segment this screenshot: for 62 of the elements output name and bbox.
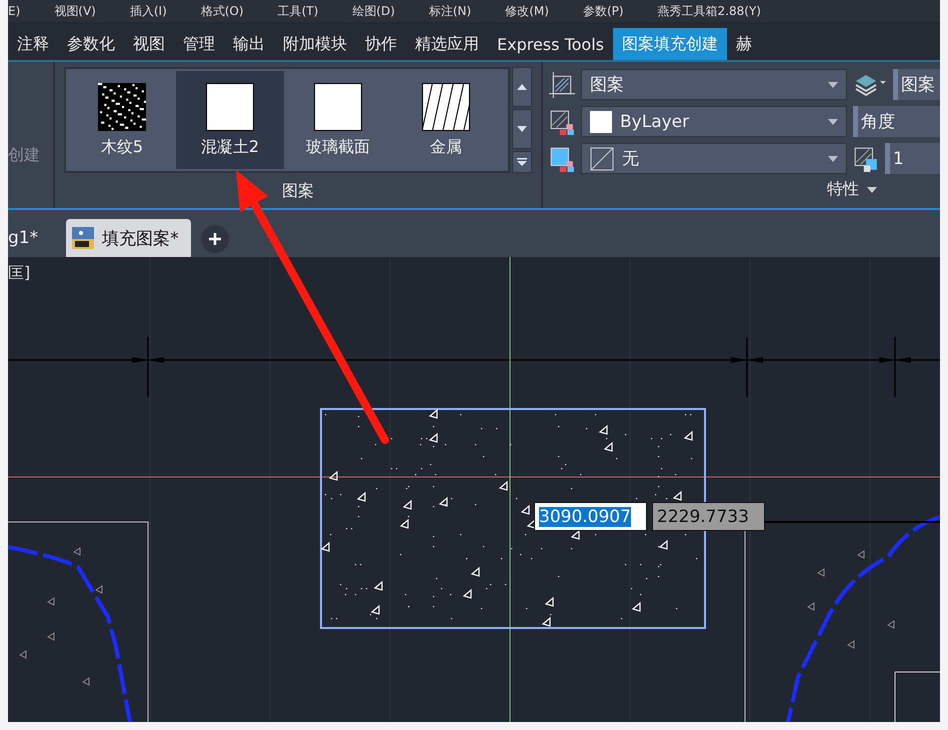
menu-item[interactable]: 视图(V): [54, 2, 96, 20]
coordinate-input[interactable]: 3090.0907: [534, 502, 647, 531]
menu-item[interactable]: 格式(O): [200, 2, 244, 20]
ribbon-tab[interactable]: 精选应用: [406, 28, 488, 60]
pattern-swatch-button[interactable]: 混凝土2: [176, 71, 284, 169]
ribbon-tab[interactable]: 视图: [124, 28, 174, 60]
panel-title: 特性: [827, 179, 859, 200]
wood-pattern-icon: [98, 82, 146, 130]
ribbon-tab[interactable]: 注释: [8, 28, 58, 60]
ribbon-tab[interactable]: 附加模块: [274, 28, 356, 60]
scroll-down-button[interactable]: [512, 109, 532, 149]
diagonal-hatch-icon: [422, 82, 470, 130]
expand-gallery-button[interactable]: [512, 151, 532, 173]
menu-item[interactable]: 参数(P): [582, 2, 624, 20]
scale-field[interactable]: 1: [885, 143, 940, 174]
pattern-swatch-button[interactable]: 木纹5: [68, 71, 176, 169]
document-tab[interactable]: 填充图案*: [66, 219, 191, 257]
pattern-swatch-button[interactable]: 金属: [392, 71, 500, 169]
hatch-color-icon: [549, 108, 575, 134]
color-dropdown[interactable]: ByLayer: [581, 106, 847, 137]
viewport-label[interactable]: 匡]: [8, 263, 30, 284]
caret-icon: [828, 82, 838, 88]
coordinate-input[interactable]: 2229.7733: [652, 502, 765, 531]
menu-item[interactable]: 修改(M): [505, 2, 549, 20]
menu-item[interactable]: 标注(N): [428, 2, 472, 20]
down-caret-icon: [517, 126, 527, 132]
ribbon-tab[interactable]: 赫: [726, 28, 761, 60]
background-dropdown[interactable]: 无: [581, 143, 847, 174]
hatch-icon: [549, 72, 575, 98]
up-caret-icon: [517, 84, 527, 90]
caret-icon: [828, 118, 838, 124]
layer-field[interactable]: 图案: [893, 69, 940, 100]
menu-item[interactable]: 绘图(D): [352, 2, 395, 20]
ribbon-tab[interactable]: 管理: [174, 28, 224, 60]
ribbon-tab[interactable]: 图案填充创建: [612, 28, 727, 60]
menu-item[interactable]: E): [8, 4, 20, 18]
ribbon-tab[interactable]: 输出: [224, 28, 274, 60]
ribbon-tab[interactable]: Express Tools: [488, 28, 613, 60]
plus-icon: [208, 233, 221, 245]
add-tab-button[interactable]: [200, 225, 229, 253]
scroll-up-button[interactable]: [512, 67, 532, 107]
angle-field[interactable]: 角度: [853, 106, 940, 137]
none-swatch-icon: [590, 146, 614, 170]
menu-item[interactable]: 工具(T): [278, 2, 318, 20]
layers-icon: [853, 72, 887, 96]
menu-item[interactable]: 插入(I): [130, 2, 167, 20]
caret-icon: [828, 156, 838, 162]
menu-item[interactable]: 燕秀工具箱2.88(Y): [658, 2, 761, 20]
ribbon-tab[interactable]: 协作: [356, 28, 406, 60]
pattern-swatch-button[interactable]: 玻璃截面: [284, 71, 392, 169]
blank-pattern-icon: [314, 82, 362, 130]
expand-icon: [517, 158, 527, 166]
panel-title: 图案: [282, 181, 314, 202]
blank-pattern-icon: [206, 82, 254, 130]
ribbon-tab[interactable]: 参数化: [58, 28, 124, 60]
panel-label: 创建: [8, 144, 40, 166]
hatch-scale-icon: [853, 146, 879, 172]
pattern-type-dropdown[interactable]: 图案: [581, 69, 847, 100]
document-tab[interactable]: g1*: [8, 219, 46, 257]
app-file-icon: [72, 227, 94, 249]
caret-icon: [867, 186, 877, 192]
background-color-icon: [549, 146, 575, 172]
